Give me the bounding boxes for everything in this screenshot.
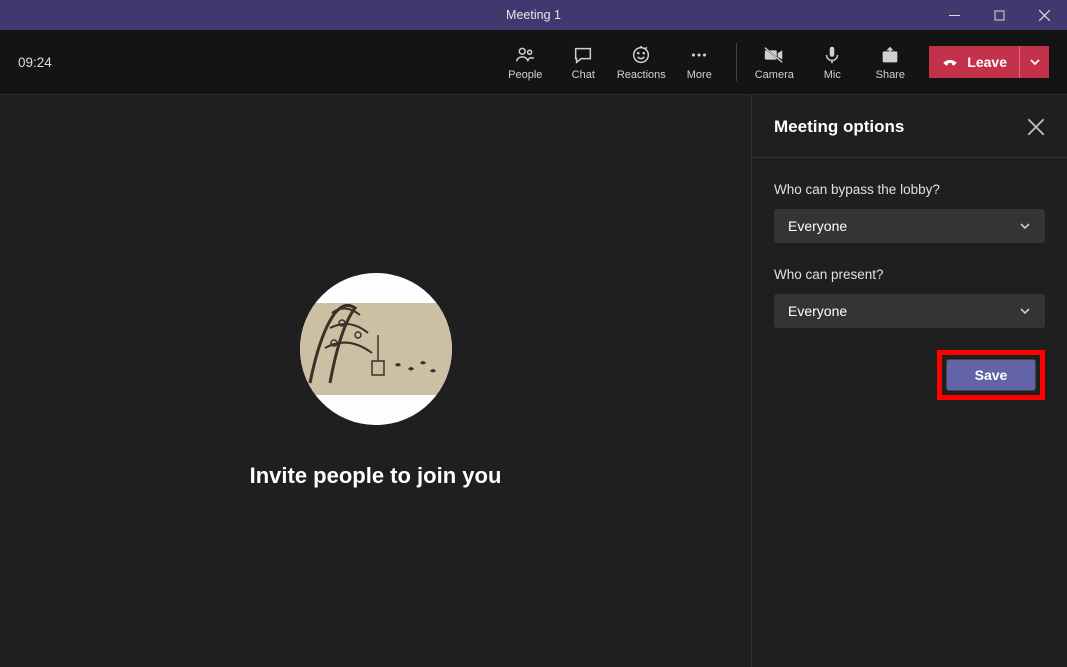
- people-icon: [514, 44, 536, 66]
- meeting-timer: 09:24: [18, 55, 52, 70]
- maximize-button[interactable]: [977, 0, 1022, 30]
- present-value: Everyone: [788, 303, 847, 319]
- chat-button[interactable]: Chat: [554, 32, 612, 92]
- toolbar-separator: [736, 43, 737, 81]
- minimize-button[interactable]: [932, 0, 977, 30]
- lobby-select[interactable]: Everyone: [774, 209, 1045, 243]
- meeting-stage: Invite people to join you: [0, 95, 751, 667]
- panel-body: Who can bypass the lobby? Everyone Who c…: [752, 158, 1067, 418]
- share-button[interactable]: Share: [861, 32, 919, 92]
- mic-button[interactable]: Mic: [803, 32, 861, 92]
- save-label: Save: [975, 367, 1008, 383]
- reactions-button[interactable]: Reactions: [612, 32, 670, 92]
- leave-button[interactable]: Leave: [929, 46, 1019, 78]
- leave-label: Leave: [967, 54, 1007, 70]
- people-button[interactable]: People: [496, 32, 554, 92]
- window-controls: [932, 0, 1067, 30]
- chevron-down-icon: [1029, 56, 1041, 68]
- avatar-image: [300, 273, 452, 425]
- titlebar: Meeting 1: [0, 0, 1067, 30]
- leave-caret-button[interactable]: [1019, 46, 1049, 78]
- more-button[interactable]: More: [670, 32, 728, 92]
- more-label: More: [687, 69, 712, 81]
- close-window-button[interactable]: [1022, 0, 1067, 30]
- chevron-down-icon: [1019, 305, 1031, 317]
- content-area: Invite people to join you Meeting option…: [0, 95, 1067, 667]
- camera-off-icon: [763, 44, 785, 66]
- mic-icon: [821, 44, 843, 66]
- chat-icon: [572, 44, 594, 66]
- window-title: Meeting 1: [506, 8, 561, 22]
- mic-label: Mic: [824, 69, 841, 81]
- panel-close-button[interactable]: [1027, 118, 1045, 136]
- invite-text: Invite people to join you: [250, 463, 502, 489]
- share-label: Share: [876, 69, 905, 81]
- save-highlight-box: Save: [937, 350, 1045, 400]
- chevron-down-icon: [1019, 220, 1031, 232]
- present-select[interactable]: Everyone: [774, 294, 1045, 328]
- share-icon: [879, 44, 901, 66]
- hangup-icon: [941, 53, 959, 71]
- panel-header: Meeting options: [752, 95, 1067, 157]
- minimize-icon: [949, 10, 960, 21]
- chat-label: Chat: [572, 69, 595, 81]
- close-icon: [1027, 118, 1045, 136]
- leave-button-group: Leave: [929, 46, 1049, 78]
- user-avatar: [300, 273, 452, 425]
- maximize-icon: [994, 10, 1005, 21]
- meeting-toolbar: 09:24 People Chat Reactions: [0, 30, 1067, 95]
- reactions-label: Reactions: [617, 69, 666, 81]
- close-icon: [1039, 10, 1050, 21]
- reactions-icon: [630, 44, 652, 66]
- camera-button[interactable]: Camera: [745, 32, 803, 92]
- people-label: People: [508, 69, 542, 81]
- lobby-label: Who can bypass the lobby?: [774, 182, 1045, 197]
- app-window: Meeting 1 09:24 People: [0, 0, 1067, 667]
- panel-title: Meeting options: [774, 117, 904, 137]
- present-label: Who can present?: [774, 267, 1045, 282]
- lobby-value: Everyone: [788, 218, 847, 234]
- camera-label: Camera: [755, 69, 794, 81]
- more-icon: [688, 44, 710, 66]
- meeting-options-panel: Meeting options Who can bypass the lobby…: [751, 95, 1067, 667]
- save-button[interactable]: Save: [946, 359, 1036, 391]
